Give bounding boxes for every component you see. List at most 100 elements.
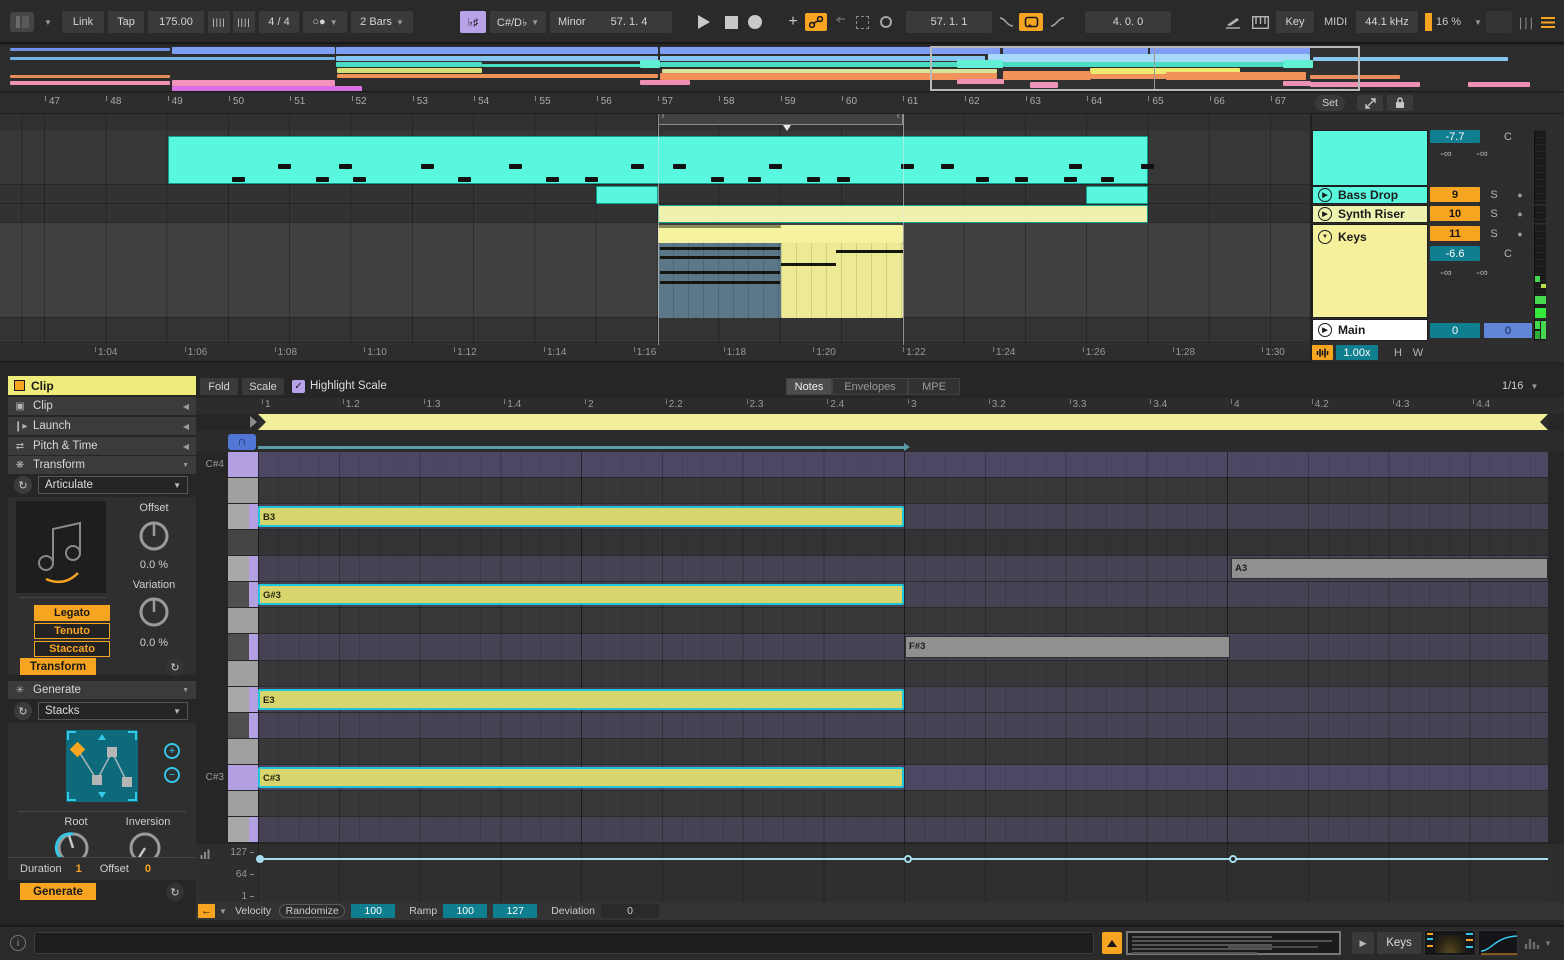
add-locator-button[interactable]: + <box>784 13 802 31</box>
stacks-pad[interactable] <box>64 728 140 807</box>
piano-roll-row-A#3[interactable] <box>258 530 1548 556</box>
piano-key-B2[interactable] <box>228 817 258 843</box>
fold-button[interactable]: Fold <box>200 378 238 395</box>
transform-refresh-icon[interactable]: ↻ <box>14 476 32 494</box>
time-signature-field[interactable]: 4 / 4 <box>259 11 299 33</box>
legato-button[interactable]: Legato <box>34 605 110 621</box>
velocity-grid[interactable] <box>258 844 1548 903</box>
show-push-button[interactable] <box>1102 932 1122 954</box>
lock-envelopes-icon[interactable] <box>1387 95 1413 111</box>
scale-fold-button[interactable]: Scale <box>242 378 284 395</box>
piano-key-B3[interactable] <box>228 504 258 530</box>
keys-pan-field[interactable]: C <box>1484 246 1532 261</box>
synth-riser-solo-button[interactable]: S <box>1484 206 1504 221</box>
transform-apply-button[interactable]: Transform <box>20 658 96 675</box>
generate-preset-menu[interactable]: Stacks▼ <box>38 702 188 720</box>
play-icon[interactable]: ▶ <box>1318 323 1332 337</box>
bass-clip[interactable] <box>1086 186 1148 204</box>
piano-key-D3[interactable] <box>228 739 258 765</box>
metronome-button[interactable]: ○●▼ <box>303 11 347 33</box>
lead-volume-field[interactable]: -7.7 <box>1430 130 1480 143</box>
sample-rate-field[interactable]: 44.1 kHz <box>1356 11 1418 33</box>
draw-mode-button[interactable] <box>1222 13 1244 31</box>
arrangement-loop-brace[interactable]: ›‹ <box>658 114 903 125</box>
tap-tempo-button[interactable]: Tap <box>108 11 144 33</box>
punch-out-icon[interactable] <box>1047 13 1067 31</box>
piano-key-G#3[interactable] <box>228 582 258 608</box>
overview-view-rectangle[interactable] <box>930 46 1360 91</box>
piano-key-A#3[interactable] <box>228 530 258 556</box>
lead-send-b-field[interactable]: -∞ <box>1466 147 1498 160</box>
record-button[interactable] <box>746 13 764 31</box>
lane-collapse-button[interactable]: ← <box>198 904 215 918</box>
height-zoom-button[interactable]: H <box>1390 345 1406 360</box>
piano-roll[interactable]: C#4C#3B3A3G#3F#3E3C#3 <box>196 452 1564 843</box>
device-thumbnail-1[interactable] <box>1424 930 1476 956</box>
output-meter-icon[interactable] <box>1524 936 1540 953</box>
bass-drop-cue-button[interactable]: ● <box>1508 187 1532 202</box>
piano-key-C3[interactable] <box>228 791 258 817</box>
output-caret-icon[interactable]: ▼ <box>1544 939 1552 948</box>
piano-roll-row-C3[interactable] <box>258 791 1548 817</box>
piano-roll-row-C#4[interactable] <box>258 452 1548 478</box>
bass-drop-midi-channel[interactable]: 9 <box>1430 187 1480 202</box>
piano-key-D#3[interactable] <box>228 713 258 739</box>
play-icon[interactable]: ▶ <box>1318 188 1332 202</box>
synth-riser-midi-channel[interactable]: 10 <box>1430 206 1480 221</box>
staccato-button[interactable]: Staccato <box>34 641 110 657</box>
loop-length-field[interactable]: 4. 0. 0 <box>1085 11 1171 33</box>
section-pitch-time[interactable]: ⇄ Pitch & Time◀ <box>8 437 196 455</box>
piano-key-F#3[interactable] <box>228 634 258 660</box>
cpu-caret-icon[interactable]: ▼ <box>1470 13 1482 31</box>
play-button[interactable] <box>694 13 714 31</box>
tab-mpe[interactable]: MPE <box>908 378 960 395</box>
stop-button[interactable] <box>722 13 740 31</box>
playback-speed-field[interactable]: 1.00x <box>1336 345 1378 360</box>
window-layout-icon[interactable] <box>10 12 34 32</box>
lane-caret-icon[interactable]: ▼ <box>215 904 231 918</box>
bass-drop-solo-button[interactable]: S <box>1484 187 1504 202</box>
randomize-amount-field[interactable]: 100 <box>351 904 395 918</box>
midi-note-E3[interactable]: E3 <box>258 689 904 710</box>
section-launch[interactable]: ❙▸ Launch◀ <box>8 417 196 435</box>
piano-key-C#4[interactable] <box>228 452 258 478</box>
section-transform[interactable]: ❋ Transform▼ <box>8 456 196 474</box>
piano-key-C#3[interactable] <box>228 765 258 791</box>
keys-send-a-field[interactable]: -∞ <box>1430 265 1462 280</box>
midi-indicator-label[interactable]: MIDI <box>1324 11 1347 33</box>
arrangement-area[interactable]: 1/2 ›‹ <box>0 114 1310 345</box>
velocity-lane[interactable]: 127641 <box>196 843 1564 902</box>
computer-midi-keyboard-icon[interactable] <box>1248 13 1272 31</box>
keys-solo-button[interactable]: S <box>1484 226 1504 241</box>
midi-note-B3[interactable]: B3 <box>258 506 904 527</box>
generate-refresh-icon[interactable]: ↻ <box>14 702 32 720</box>
velocity-breakpoint[interactable] <box>256 855 264 863</box>
synth-riser-cue-button[interactable]: ● <box>1508 206 1532 221</box>
midi-note-F#3[interactable]: F#3 <box>905 636 1230 657</box>
midi-note-A3[interactable]: A3 <box>1231 558 1548 579</box>
track-header-keys[interactable]: ▼ Keys <box>1312 224 1428 318</box>
nudge-up-button[interactable]: |||| <box>233 11 255 33</box>
lead-pan-field[interactable]: C <box>1484 130 1532 143</box>
track-header-bass-drop[interactable]: ▶ Bass Drop <box>1312 186 1428 204</box>
cpu-load-value[interactable]: 16 % <box>1436 11 1461 33</box>
set-loop-button[interactable]: Set <box>1315 95 1345 111</box>
menu-icon[interactable] <box>1538 13 1558 31</box>
tab-envelopes[interactable]: Envelopes <box>832 378 908 395</box>
ramp-from-field[interactable]: 100 <box>443 904 487 918</box>
piano-roll-row-B2[interactable] <box>258 817 1548 843</box>
arrangement-position-field[interactable]: 57. 1. 4 <box>586 11 672 33</box>
preview-headphone-button[interactable]: ∩ <box>228 434 256 450</box>
piano-roll-row-D3[interactable] <box>258 739 1548 765</box>
midi-note-C#3[interactable]: C#3 <box>258 767 904 788</box>
nudge-down-button[interactable]: |||| <box>208 11 230 33</box>
clip-loop-bar[interactable] <box>258 414 1548 430</box>
automation-mode-button[interactable] <box>805 13 827 31</box>
main-volume-field[interactable]: 0 <box>1430 323 1480 338</box>
generate-reroll-button[interactable]: ↻ <box>166 883 184 901</box>
stacks-remove-button[interactable]: − <box>164 767 180 783</box>
capture-midi-button[interactable] <box>852 13 872 31</box>
deviation-field[interactable]: 0 <box>601 904 659 918</box>
track-header-lead-color[interactable] <box>1312 130 1428 186</box>
scale-mode-button[interactable]: ♭♯ <box>460 11 486 33</box>
